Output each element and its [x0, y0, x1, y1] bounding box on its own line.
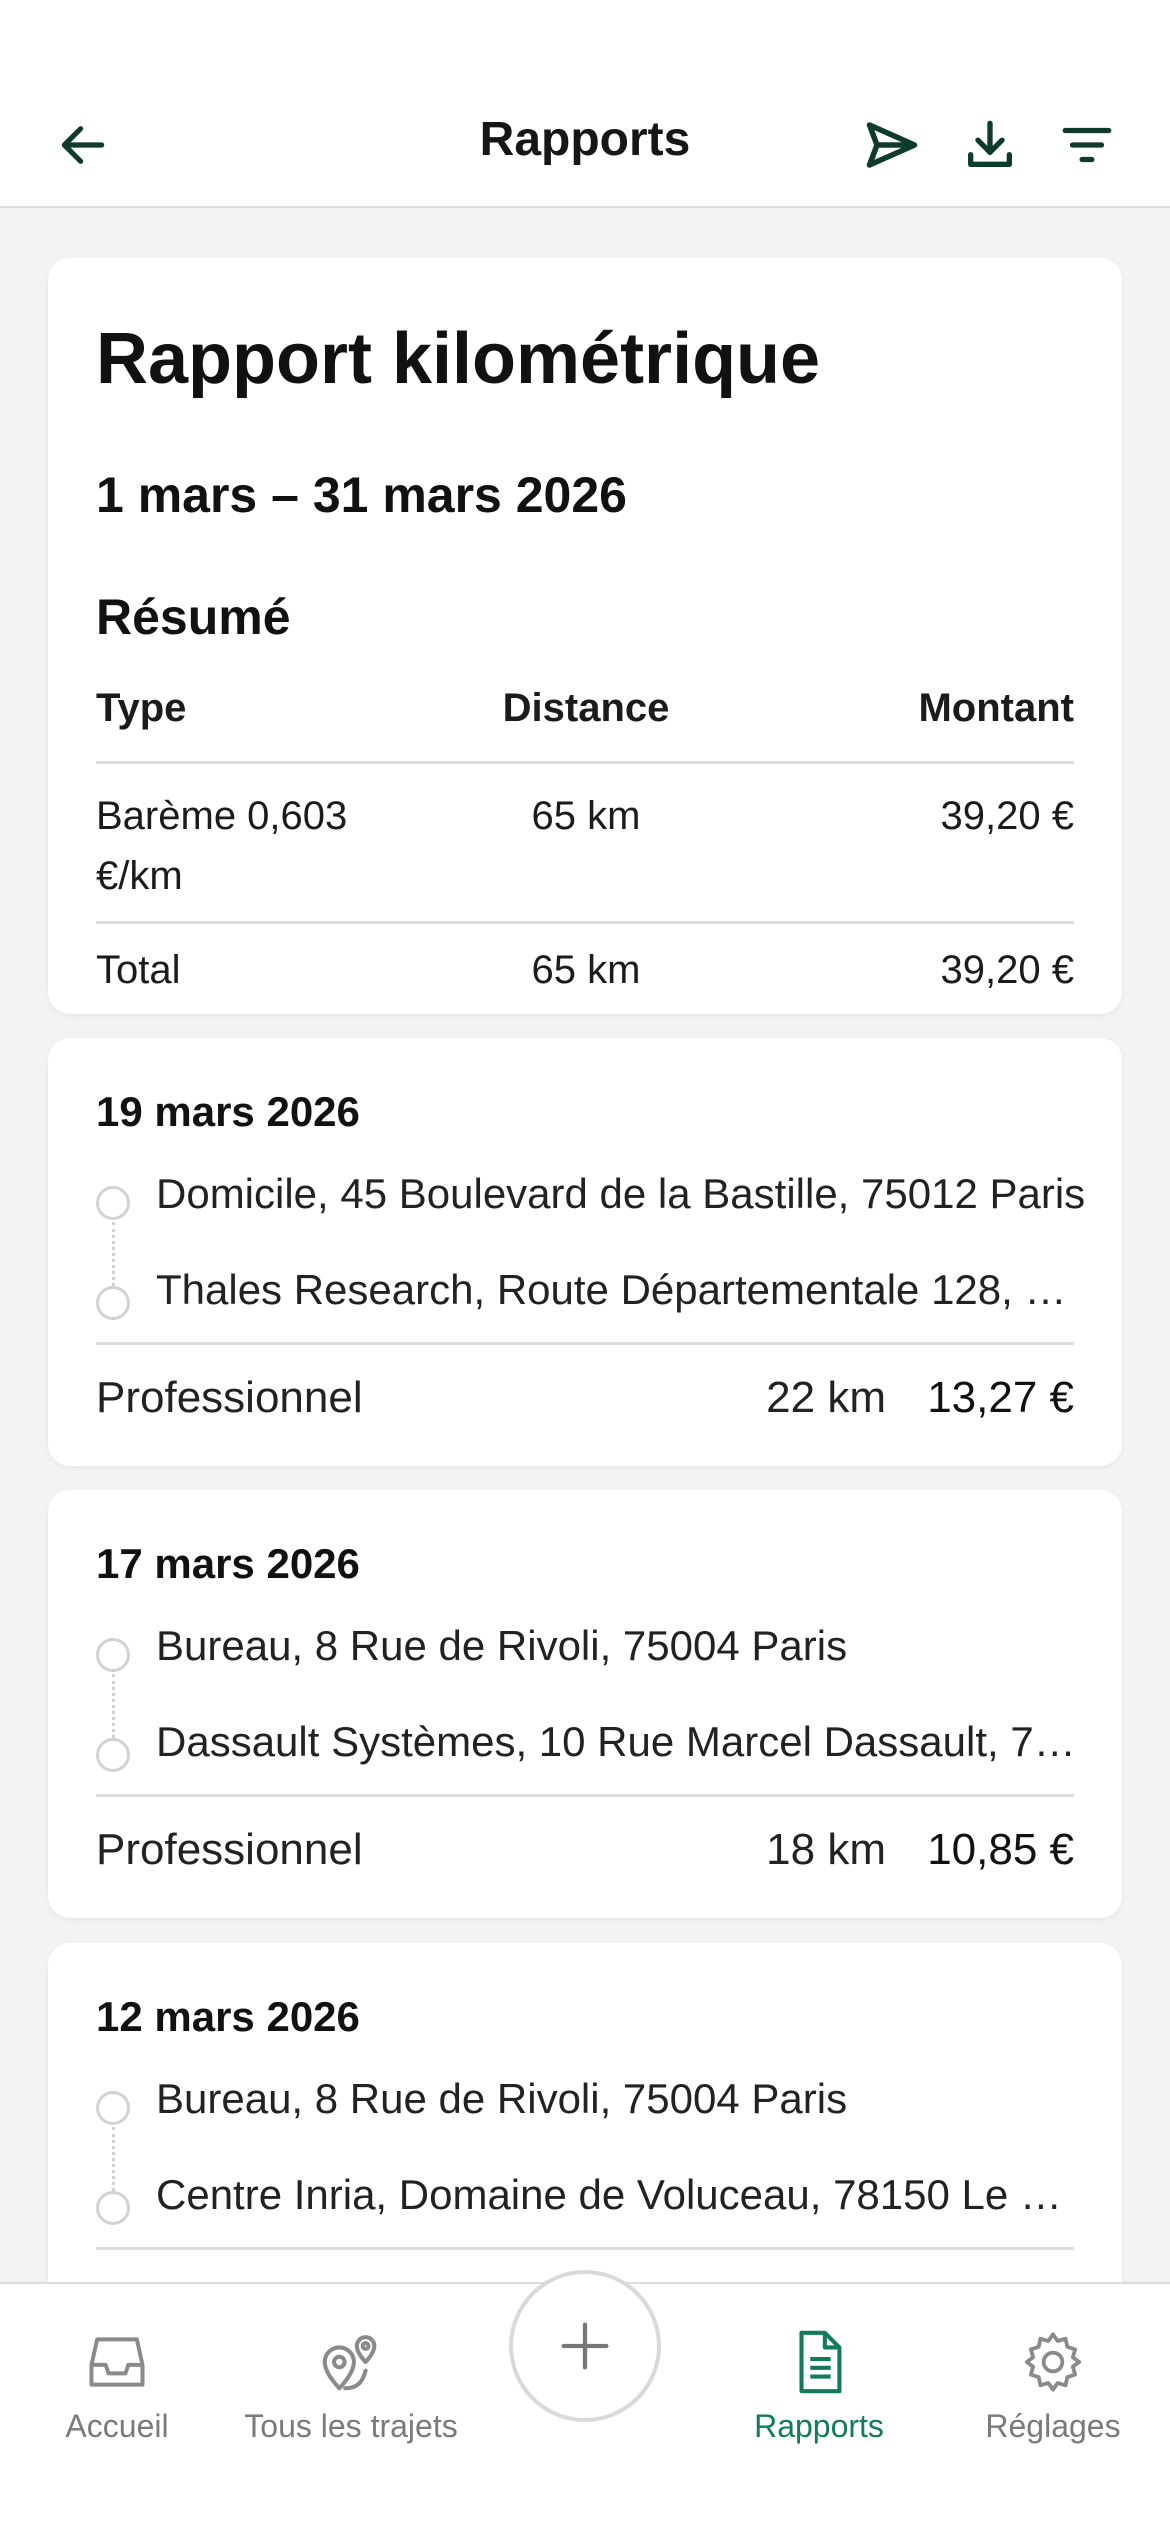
divider [96, 1794, 1074, 1797]
nav-item-reglages[interactable]: Réglages [936, 2304, 1170, 2504]
filter-icon [1062, 127, 1112, 163]
divider [96, 2247, 1074, 2250]
bottom-navigation: Accueil Tous les trajets Rapports Réglag… [0, 2270, 1170, 2532]
trip-card[interactable]: 12 mars 2026 Bureau, 8 Rue de Rivoli, 75… [48, 1943, 1122, 2282]
report-title: Rapport kilométrique [96, 319, 821, 399]
document-icon [799, 2330, 842, 2394]
plus-icon [561, 2322, 609, 2370]
summary-card: Rapport kilométrique 1 mars – 31 mars 20… [48, 258, 1122, 1014]
download-icon [968, 120, 1012, 167]
trip-distance: 18 km [766, 1825, 886, 1874]
table-header-row: Type Distance Montant [96, 678, 1074, 764]
filter-button[interactable] [1052, 110, 1122, 180]
summary-table: Type Distance Montant Barème 0,603 €/km … [96, 678, 1074, 1020]
table-row: Barème 0,603 €/km 65 km 39,20 € [96, 764, 1074, 924]
origin-dot-icon [96, 1638, 130, 1672]
add-trip-button[interactable] [509, 2270, 661, 2422]
trip-date: 19 mars 2026 [96, 1088, 360, 1135]
nav-item-rapports[interactable]: Rapports [702, 2304, 936, 2504]
column-type: Type [96, 686, 187, 730]
trip-origin: Domicile, 45 Boulevard de la Bastille, 7… [156, 1170, 1086, 1217]
app-screen: Rapports Rapport kilométrique 1 mars – 3… [0, 0, 1170, 2532]
origin-dot-icon [96, 1186, 130, 1220]
nav-label: Accueil [65, 2408, 169, 2444]
trip-destination: Centre Inria, Domaine de Voluceau, 78150… [156, 2171, 1086, 2218]
rate-amount: 39,20 € [940, 794, 1074, 838]
inbox-icon [89, 2337, 145, 2387]
nav-label: Tous les trajets [244, 2408, 458, 2444]
trip-destination: Thales Research, Route Départementale 12… [156, 1266, 1086, 1313]
map-pins-icon [322, 2335, 377, 2391]
origin-dot-icon [96, 2091, 130, 2125]
summary-heading: Résumé [96, 589, 291, 645]
total-amount: 39,20 € [940, 948, 1074, 992]
trip-origin: Bureau, 8 Rue de Rivoli, 75004 Paris [156, 1622, 848, 1669]
rate-type: Barème 0,603 €/km [96, 794, 348, 898]
nav-item-trajets[interactable]: Tous les trajets [234, 2304, 468, 2504]
gear-icon [1024, 2332, 1082, 2392]
total-label: Total [96, 948, 181, 992]
nav-label: Rapports [754, 2408, 884, 2444]
trip-amount: 13,27 € [927, 1373, 1074, 1422]
trip-category: Professionnel [96, 1373, 363, 1422]
divider [96, 1342, 1074, 1345]
trip-category: Professionnel [96, 1825, 363, 1874]
send-icon [866, 122, 918, 168]
report-period: 1 mars – 31 mars 2026 [96, 467, 627, 523]
send-button[interactable] [857, 110, 927, 180]
column-distance: Distance [502, 686, 670, 730]
trip-card[interactable]: 17 mars 2026 Bureau, 8 Rue de Rivoli, 75… [48, 1490, 1122, 1918]
rate-distance: 65 km [531, 794, 641, 838]
route-line [112, 1222, 115, 1286]
trip-distance: 22 km [766, 1373, 886, 1422]
route-line [112, 1674, 115, 1738]
trip-origin: Bureau, 8 Rue de Rivoli, 75004 Paris [156, 2075, 848, 2122]
trip-card[interactable]: 19 mars 2026 Domicile, 45 Boulevard de l… [48, 1038, 1122, 1466]
report-content: Rapport kilométrique 1 mars – 31 mars 20… [0, 210, 1170, 2282]
table-total-row: Total 65 km 39,20 € [96, 924, 1074, 1020]
destination-dot-icon [96, 1738, 130, 1772]
total-distance: 65 km [531, 948, 641, 992]
column-amount: Montant [918, 686, 1074, 730]
trip-destination: Dassault Systèmes, 10 Rue Marcel Dassaul… [156, 1718, 1086, 1765]
destination-dot-icon [96, 2191, 130, 2225]
top-app-bar: Rapports [0, 0, 1170, 208]
nav-item-accueil[interactable]: Accueil [0, 2304, 234, 2504]
destination-dot-icon [96, 1286, 130, 1320]
trip-date: 12 mars 2026 [96, 1993, 360, 2040]
trip-date: 17 mars 2026 [96, 1540, 360, 1587]
nav-label: Réglages [985, 2408, 1121, 2444]
download-button[interactable] [955, 110, 1025, 180]
route-line [112, 2127, 115, 2191]
trip-amount: 10,85 € [927, 1825, 1074, 1874]
